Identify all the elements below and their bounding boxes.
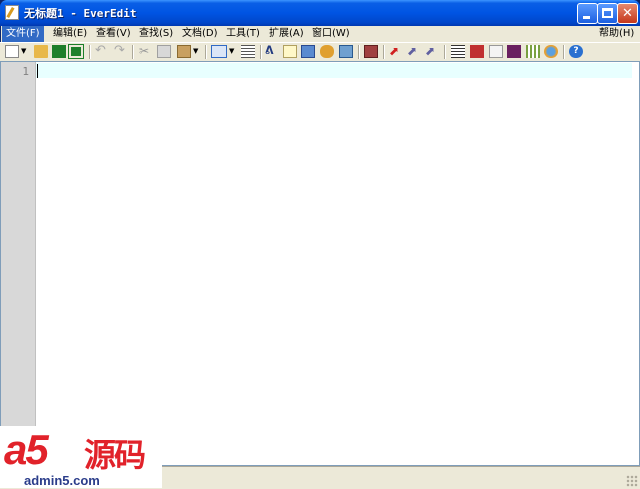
save-all-icon[interactable] <box>68 44 84 59</box>
save-icon[interactable] <box>52 45 66 58</box>
open-folder-icon[interactable] <box>34 45 48 58</box>
copy-icon[interactable] <box>157 45 171 58</box>
undo-icon[interactable]: ↶ <box>95 44 109 58</box>
color-picker-icon[interactable] <box>470 45 484 58</box>
app-icon[interactable] <box>5 5 19 20</box>
editor: 1 <box>0 61 640 466</box>
maximize-button[interactable] <box>597 3 618 24</box>
menu-view[interactable]: 查看(V) <box>92 26 135 42</box>
menu-extend[interactable]: 扩展(A) <box>265 26 308 42</box>
macro-record-icon[interactable]: ⬈ <box>389 45 403 58</box>
watermark-brand-cn: 源码 <box>84 436 146 474</box>
macro-step-icon[interactable]: ⬈ <box>425 45 439 58</box>
hex-icon[interactable] <box>364 45 378 58</box>
paste-dropdown-icon[interactable]: ▼ <box>193 45 200 58</box>
menu-search[interactable]: 查找(S) <box>135 26 177 42</box>
window-title: 无标题1 - EverEdit <box>24 7 137 20</box>
browser-icon[interactable] <box>544 45 558 58</box>
find-icon[interactable]: ᕕ <box>265 45 279 58</box>
find-in-files-icon[interactable] <box>320 45 334 58</box>
toolbar: ▼ ↶ ↷ ✂ ▼ ▼ ᕕ ⬈ ⬈ ⬈ ? <box>0 42 640 62</box>
toolbar-separator <box>260 45 262 59</box>
toolbar-separator <box>444 45 446 59</box>
outline-icon[interactable] <box>241 45 255 58</box>
console-icon[interactable] <box>507 45 521 58</box>
toolbar-separator <box>383 45 385 59</box>
close-icon: ✕ <box>622 6 633 21</box>
toolbar-separator <box>563 45 565 59</box>
line-number: 1 <box>22 65 29 78</box>
toolbar-separator <box>358 45 360 59</box>
menu-bar: 文件(F) 编辑(E) 查看(V) 查找(S) 文档(D) 工具(T) 扩展(A… <box>0 26 640 42</box>
resize-grip-icon[interactable] <box>626 475 638 487</box>
replace-icon[interactable] <box>301 45 315 58</box>
menu-tools[interactable]: 工具(T) <box>222 26 264 42</box>
macro-play-icon[interactable]: ⬈ <box>407 45 421 58</box>
view-dropdown-icon[interactable]: ▼ <box>229 45 236 58</box>
maximize-icon <box>602 8 613 18</box>
indent-icon[interactable] <box>451 45 465 58</box>
edit-note-icon[interactable] <box>283 45 297 58</box>
toolbar-separator <box>89 45 91 59</box>
document-icon[interactable] <box>489 45 503 58</box>
text-caret <box>37 64 38 78</box>
menu-help[interactable]: 帮助(H) <box>595 26 638 42</box>
watermark-logo: a5 源码 admin5.com <box>0 426 162 488</box>
app-window: 无标题1 - EverEdit ✕ 文件(F) 编辑(E) 查看(V) 查找(S… <box>0 0 640 489</box>
goto-icon[interactable] <box>339 45 353 58</box>
menu-document[interactable]: 文档(D) <box>178 26 222 42</box>
help-icon[interactable]: ? <box>569 45 583 58</box>
title-bar[interactable]: 无标题1 - EverEdit ✕ <box>0 0 640 26</box>
calculator-icon[interactable] <box>526 45 540 58</box>
menu-file[interactable]: 文件(F) <box>2 26 44 42</box>
close-button[interactable]: ✕ <box>617 3 638 24</box>
watermark-url: admin5.com <box>24 473 100 488</box>
redo-icon[interactable]: ↷ <box>114 44 128 58</box>
dropdown-arrow-icon[interactable]: ▼ <box>21 45 28 58</box>
text-area[interactable] <box>36 62 632 465</box>
paste-icon[interactable] <box>177 45 191 58</box>
minimize-button[interactable] <box>577 3 598 24</box>
minimize-icon <box>583 16 590 19</box>
watermark-brand: a5 <box>4 426 49 473</box>
toolbar-separator <box>132 45 134 59</box>
view-mode-icon[interactable] <box>211 45 227 58</box>
line-number-gutter: 1 <box>1 62 36 465</box>
menu-edit[interactable]: 编辑(E) <box>49 26 91 42</box>
toolbar-separator <box>205 45 207 59</box>
new-file-icon[interactable] <box>5 45 19 58</box>
cut-icon[interactable]: ✂ <box>139 45 153 58</box>
menu-window[interactable]: 窗口(W) <box>308 26 354 42</box>
